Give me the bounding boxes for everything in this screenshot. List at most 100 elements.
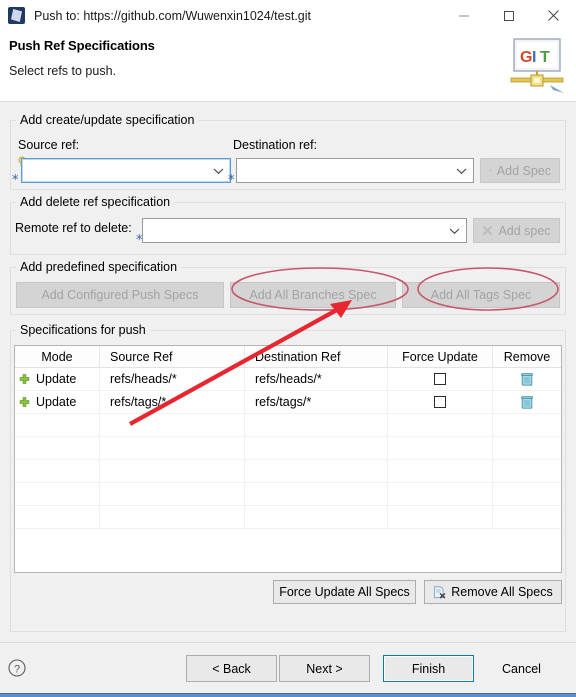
add-delete-spec-button-label: Add spec [498, 223, 551, 238]
destination-ref-combo[interactable] [236, 158, 474, 183]
minimize-button[interactable] [441, 0, 486, 31]
add-configured-push-specs-label: Add Configured Push Specs [41, 288, 199, 302]
column-header-destination-ref[interactable]: Destination Ref [245, 346, 388, 367]
create-update-specification-group: Add create/update specification Source r… [10, 113, 566, 190]
cell-force-update[interactable] [388, 391, 493, 413]
specifications-for-push-group: Specifications for push Mode Source Ref … [10, 323, 566, 632]
cell-empty [100, 437, 245, 459]
plus-icon [19, 396, 30, 407]
delete-group-legend: Add delete ref specification [16, 195, 175, 209]
source-ref-combo[interactable] [21, 158, 231, 183]
wizard-content: Add create/update specification Source r… [0, 102, 576, 662]
cell-empty [493, 414, 561, 436]
predefined-group-legend: Add predefined specification [16, 260, 182, 274]
specifications-table[interactable]: Mode Source Ref Destination Ref Force Up… [14, 345, 562, 573]
cancel-button[interactable]: Cancel [476, 655, 567, 682]
minimize-icon [458, 15, 469, 16]
cell-mode: Update [15, 368, 100, 390]
remove-all-specs-label: Remove All Specs [451, 585, 553, 599]
wizard-header: Push Ref Specifications Select refs to p… [0, 31, 576, 102]
add-all-tags-spec-label: Add All Tags Spec [430, 288, 532, 302]
svg-text:?: ? [14, 663, 20, 675]
add-all-branches-spec-button[interactable]: Add All Branches Spec [230, 282, 396, 308]
plus-icon [19, 373, 30, 384]
cell-empty [245, 483, 388, 505]
cancel-button-label: Cancel [502, 661, 541, 676]
chevron-down-icon[interactable] [456, 167, 467, 174]
cell-empty [245, 414, 388, 436]
cell-empty [100, 460, 245, 482]
cell-remove[interactable] [493, 391, 561, 413]
cell-mode-label: Update [36, 395, 77, 409]
column-header-mode[interactable]: Mode [15, 346, 100, 367]
add-spec-button[interactable]: Add Spec [480, 158, 560, 183]
page-description: Select refs to push. [9, 64, 117, 78]
cell-empty [388, 437, 493, 459]
force-update-checkbox[interactable] [434, 396, 446, 408]
close-button[interactable] [531, 0, 576, 31]
cell-destination-ref: refs/tags/* [245, 391, 388, 413]
page-title: Push Ref Specifications [9, 38, 155, 53]
cell-mode: Update [15, 391, 100, 413]
add-all-tags-spec-button[interactable]: Add All Tags Spec [402, 282, 560, 308]
cell-empty [15, 483, 100, 505]
cell-remove[interactable] [493, 368, 561, 390]
table-row-empty[interactable] [15, 483, 561, 506]
cell-empty [15, 414, 100, 436]
svg-text:G: G [520, 49, 532, 66]
cell-mode-label: Update [36, 372, 77, 386]
source-ref-label: Source ref: [18, 138, 80, 152]
predefined-specification-group: Add predefined specification Add Configu… [10, 260, 566, 315]
remove-all-specs-button[interactable]: Remove All Specs [424, 580, 562, 604]
force-update-all-specs-button[interactable]: Force Update All Specs [273, 580, 416, 604]
cell-empty [100, 483, 245, 505]
table-row-empty[interactable] [15, 414, 561, 437]
help-icon[interactable]: ? [8, 659, 26, 677]
cell-empty [15, 437, 100, 459]
add-configured-push-specs-button[interactable]: Add Configured Push Specs [16, 282, 224, 308]
table-row-empty[interactable] [15, 506, 561, 529]
window-controls [441, 0, 576, 31]
specifications-group-legend: Specifications for push [16, 323, 150, 337]
eclipse-app-icon [8, 7, 25, 24]
cell-empty [245, 437, 388, 459]
cell-force-update[interactable] [388, 368, 493, 390]
table-row-empty[interactable] [15, 460, 561, 483]
column-header-source-ref[interactable]: Source Ref [100, 346, 245, 367]
chevron-down-icon[interactable] [449, 227, 460, 234]
cell-empty [245, 460, 388, 482]
table-header-row: Mode Source Ref Destination Ref Force Up… [15, 346, 561, 368]
cell-empty [388, 460, 493, 482]
maximize-button[interactable] [486, 0, 531, 31]
finish-button[interactable]: Finish [383, 655, 474, 682]
chevron-down-icon[interactable] [213, 167, 224, 174]
column-header-remove[interactable]: Remove [493, 346, 561, 367]
add-delete-spec-button[interactable]: Add spec [473, 218, 560, 243]
trash-icon[interactable] [521, 372, 533, 386]
cell-empty [493, 437, 561, 459]
cell-source-ref: refs/tags/* [100, 391, 245, 413]
cell-empty [245, 506, 388, 528]
force-update-checkbox[interactable] [434, 373, 446, 385]
add-all-branches-spec-label: Add All Branches Spec [249, 288, 377, 302]
create-update-group-legend: Add create/update specification [16, 113, 199, 127]
cell-empty [493, 506, 561, 528]
add-spec-icon [489, 169, 492, 172]
column-header-force-update[interactable]: Force Update [388, 346, 493, 367]
cell-empty [388, 506, 493, 528]
cell-empty [388, 414, 493, 436]
back-button[interactable]: < Back [186, 655, 277, 682]
close-icon [548, 10, 559, 21]
table-row-empty[interactable] [15, 437, 561, 460]
wizard-navigation-buttons: < Back Next > Finish Cancel [186, 655, 567, 682]
next-button[interactable]: Next > [279, 655, 370, 682]
trash-icon[interactable] [521, 395, 533, 409]
cell-empty [388, 483, 493, 505]
remote-ref-to-delete-combo[interactable] [142, 218, 467, 243]
remove-all-specs-icon [434, 585, 446, 599]
table-row[interactable]: Update refs/heads/* refs/heads/* [15, 368, 561, 391]
add-spec-button-label: Add Spec [496, 163, 551, 178]
cell-destination-ref: refs/heads/* [245, 368, 388, 390]
maximize-icon [503, 10, 514, 21]
table-row[interactable]: Update refs/tags/* refs/tags/* [15, 391, 561, 414]
